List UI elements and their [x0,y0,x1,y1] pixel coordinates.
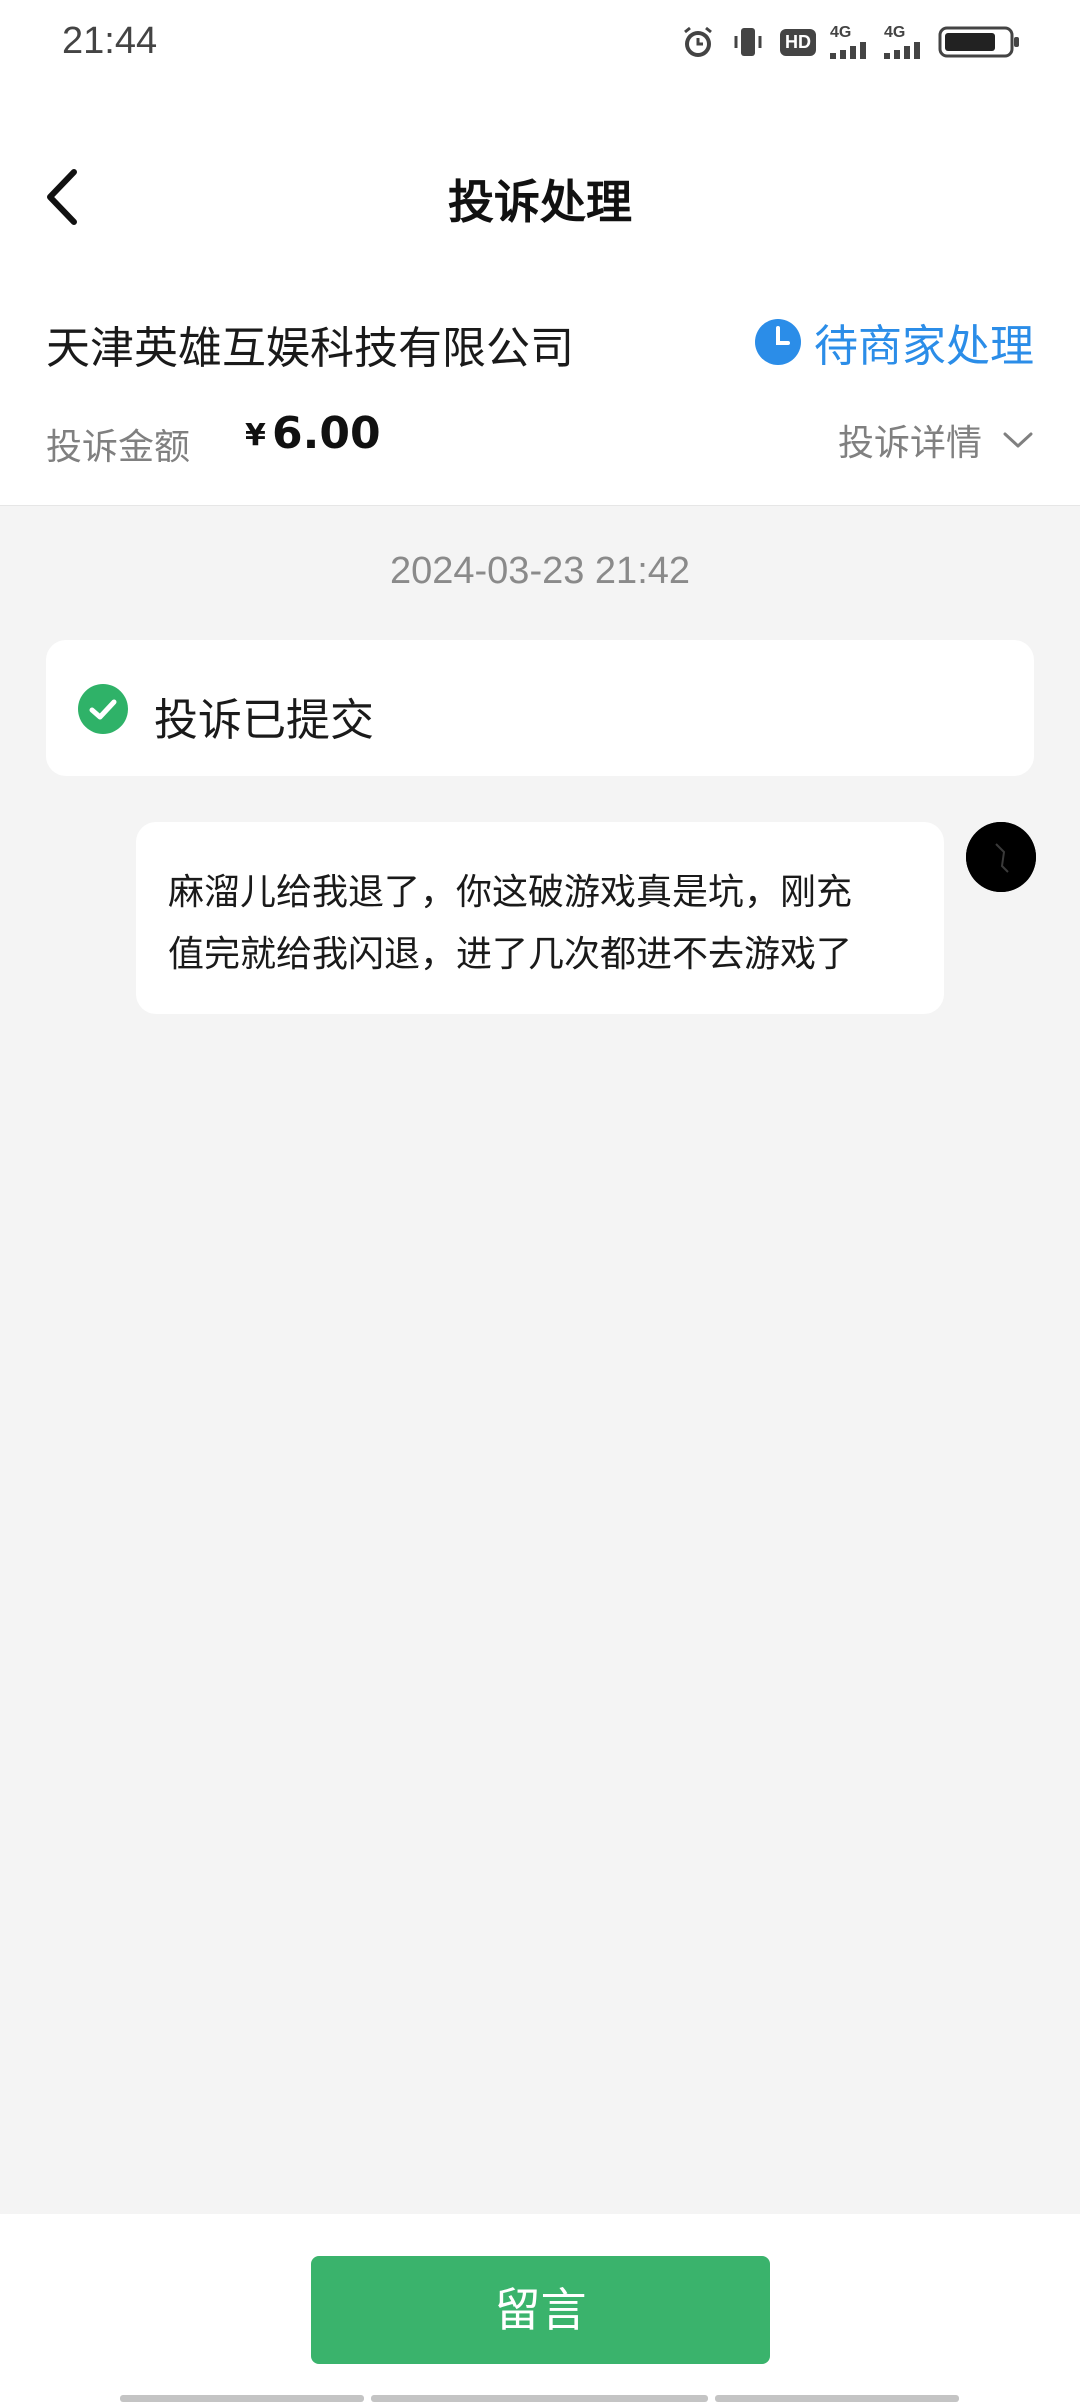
message-line: 值完就给我闪退，进了几次都进不去游戏了 [168,934,853,975]
nav-bar-segment [715,2395,959,2402]
battery-icon [938,26,1019,58]
page-title: 投诉处理 [448,175,632,229]
nav-bar-segment [371,2395,708,2402]
status-time: 21:44 [62,20,158,62]
timeline-timestamp: 2024-03-23 21:42 [389,550,691,592]
status-text: 待商家处理 [814,321,1034,372]
clock-icon [755,319,801,365]
leave-message-button[interactable]: 留言 [311,2256,770,2364]
complaint-summary: 天津英雄互娱科技有限公司 待商家处理 投诉金额 ¥ 6.00 投诉详情 [0,290,1080,506]
check-circle-icon [78,684,128,734]
message-line: 麻溜儿给我退了，你这破游戏真是坑，刚充 [168,872,853,913]
network-label: 4G [884,24,906,41]
alarm-icon [684,26,712,57]
complaint-amount: 6.00 [272,408,381,459]
avatar[interactable] [966,822,1036,892]
avatar-image [966,822,1036,892]
event-text: 投诉已提交 [154,695,374,746]
signal-4g-icon: 4G [830,25,870,59]
nav-bar-segment [120,2395,364,2402]
amount-label: 投诉金额 [46,427,191,468]
message-bubble: 麻溜儿给我退了，你这破游戏真是坑，刚充 值完就给我闪退，进了几次都进不去游戏了 [136,822,944,1014]
network-label: 4G [830,24,852,41]
currency-symbol: ¥ [245,418,266,453]
chevron-down-icon [1003,432,1033,448]
status-bar: 21:44 HD 4G 4G [0,0,1080,86]
signal-4g-icon: 4G [884,25,924,59]
complaint-details-toggle[interactable]: 投诉详情 [838,414,1034,466]
hd-icon: HD [780,28,816,56]
details-label: 投诉详情 [837,423,982,464]
complaint-submitted-card: 投诉已提交 [46,640,1034,776]
hd-label: HD [780,28,816,56]
status-icons: HD 4G 4G [680,22,1020,62]
vibrate-icon [734,28,762,56]
merchant-name: 天津英雄互娱科技有限公司 [46,323,574,374]
status-badge: 待商家处理 [754,310,1034,374]
